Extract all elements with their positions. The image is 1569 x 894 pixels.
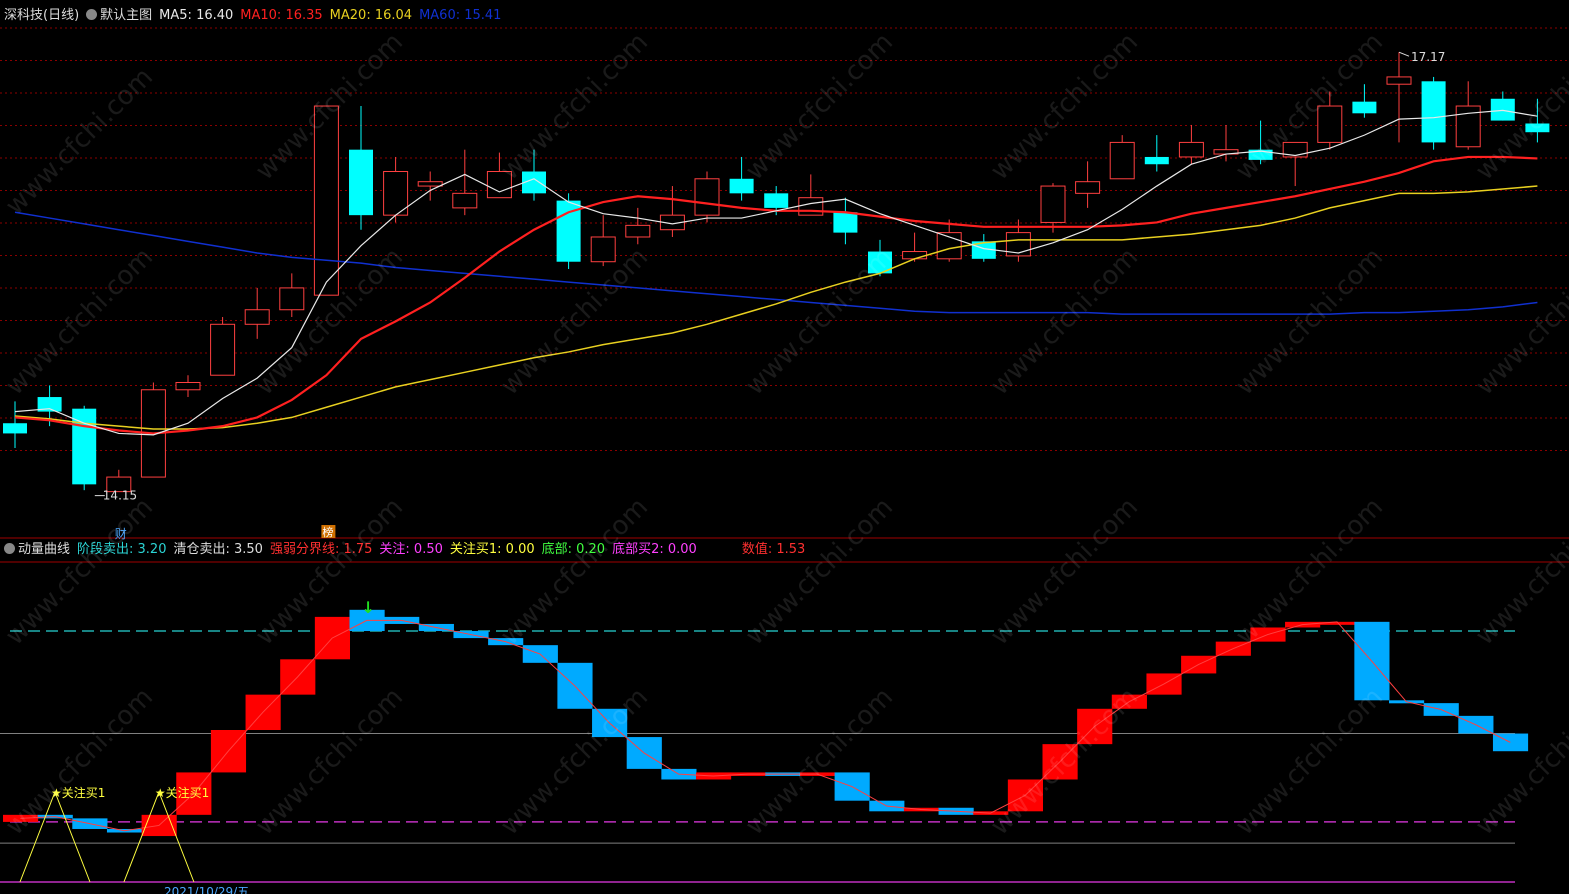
candle-body-up — [244, 309, 270, 325]
candle-body-up — [798, 197, 824, 216]
momentum-curve — [20, 619, 1511, 832]
indicator-param-3: 关注: 0.50 — [379, 542, 443, 557]
sell-arrow-icon: ↓ — [362, 598, 375, 617]
candle-body-down — [1525, 123, 1550, 133]
indicator-header: 动量曲线 阶段卖出: 3.20 清仓卖出: 3.50 强弱分界线: 1.75 关注: 0… — [4, 541, 819, 559]
ma60-line — [14, 211, 1538, 315]
template-selector[interactable]: 默认主图 — [86, 8, 152, 23]
candle-body-down — [3, 423, 27, 434]
list-marker: 榜 — [322, 525, 333, 539]
candle-body-up — [486, 171, 512, 199]
candle-body-down — [729, 178, 754, 194]
candle-body-down — [764, 193, 789, 208]
main-chart-header: 深科技(日线) 默认主图 MA5: 16.40 MA10: 16.35 MA20: 16… — [4, 7, 508, 25]
candle-body-down — [1352, 101, 1377, 114]
candle-body-down — [1421, 81, 1446, 143]
high-pointer — [1398, 51, 1410, 57]
indicator-param-1: 清仓卖出: 3.50 — [173, 542, 263, 557]
candle-body-up — [625, 224, 651, 238]
candle-body-up — [1040, 185, 1066, 223]
indicator-param-0: 阶段卖出: 3.20 — [77, 542, 167, 557]
low-price-label: 14.15 — [103, 489, 137, 503]
ma5-line — [14, 109, 1538, 436]
chart-canvas: 17.17 14.15 财 榜 ★关注买1 ★关注买1 ↓ 2021/10/29/五 — [0, 27, 1569, 894]
buy-signal-label: ★关注买1 — [155, 785, 209, 800]
indicator-param-7: 数值: 1.53 — [741, 542, 806, 557]
candle-body-up — [417, 181, 443, 187]
candle-body-up — [175, 381, 201, 391]
buy-signal-label: ★关注买1 — [51, 785, 105, 800]
candle-body-up — [210, 323, 236, 376]
ma5-legend: MA5: 16.40 — [159, 8, 234, 23]
cursor-date-label: 2021/10/29/五 — [164, 885, 249, 894]
indicator-param-6: 底部买2: 0.00 — [612, 542, 697, 557]
indicator-param-2: 强弱分界线: 1.75 — [269, 542, 373, 557]
template-dropdown-icon[interactable] — [86, 9, 98, 20]
ma10-legend: MA10: 16.35 — [240, 8, 323, 23]
indicator-dropdown-icon[interactable] — [4, 543, 15, 554]
candle-body-up — [1178, 141, 1204, 158]
candle-body-up — [1109, 141, 1135, 180]
candle-body-up — [590, 236, 616, 263]
ma60-legend: MA60: 15.41 — [419, 8, 502, 23]
candle-body-up — [1386, 76, 1412, 85]
candle-body-down — [1490, 98, 1515, 121]
stock-title[interactable]: 深科技(日线) — [4, 8, 79, 23]
ma20-legend: MA20: 16.04 — [329, 8, 413, 23]
indicator-param-4: 关注买1: 0.00 — [449, 542, 535, 557]
candle-body-up — [279, 287, 305, 311]
candle-body-up — [1075, 181, 1101, 194]
candle-body-up — [1317, 105, 1343, 143]
candle-body-up — [902, 251, 928, 260]
indicator-selector[interactable]: 动量曲线 — [4, 542, 70, 557]
high-price-label: 17.17 — [1411, 50, 1445, 64]
candle-body-up — [694, 178, 720, 216]
candle-body-up — [313, 105, 339, 296]
candle-body-down — [349, 149, 373, 216]
candle-body-up — [452, 192, 478, 209]
indicator-param-5: 底部: 0.20 — [541, 542, 606, 557]
buy-signal-peak — [19, 790, 91, 883]
candle-body-down — [833, 212, 858, 233]
finance-marker: 财 — [115, 527, 127, 541]
candle-body-down — [1144, 156, 1169, 165]
